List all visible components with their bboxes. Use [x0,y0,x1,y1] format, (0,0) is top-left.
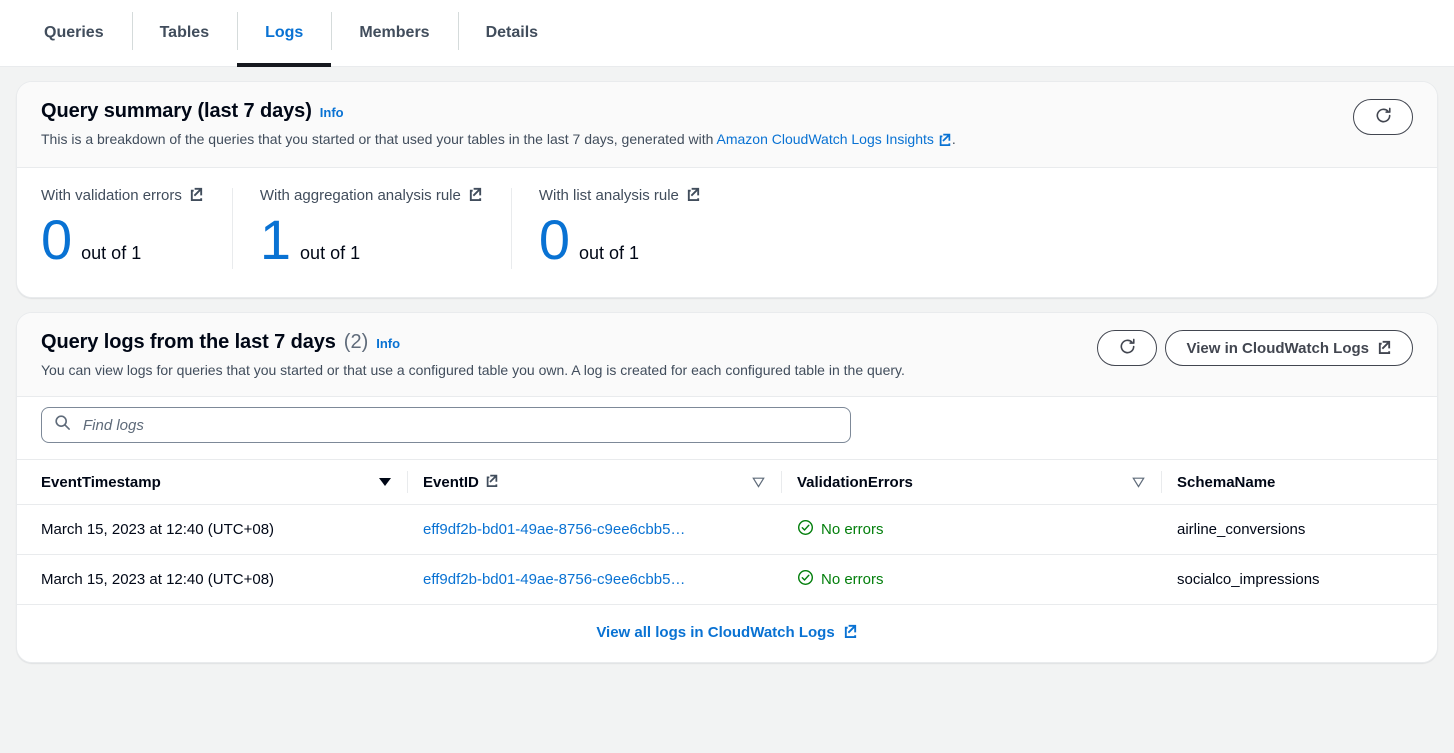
cell-validation: No errors [781,505,1161,555]
metric-validation-errors: With validation errors 0 out of 1 [41,186,232,271]
logs-header-actions: View in CloudWatch Logs [1097,330,1413,366]
metric-value: 0 [539,209,570,271]
logs-info-link[interactable]: Info [376,336,400,351]
query-summary-description: This is a breakdown of the queries that … [41,129,1413,151]
column-header-eventid[interactable]: EventID [407,460,781,505]
check-circle-icon [797,569,814,590]
logs-page: Queries Tables Logs Members Details Quer… [0,0,1454,753]
view-in-cloudwatch-logs-button[interactable]: View in CloudWatch Logs [1165,330,1413,366]
metric-subtext: out of 1 [300,243,360,264]
sort-descending-icon[interactable] [379,478,391,486]
sort-icon[interactable] [1132,477,1145,488]
external-link-icon [843,623,858,642]
column-header-schemaname[interactable]: SchemaName [1161,460,1438,505]
status-badge: No errors [797,519,884,540]
external-link-icon [938,131,952,151]
metric-label[interactable]: With validation errors [41,186,204,205]
column-header-eventtimestamp[interactable]: EventTimestamp [17,460,407,505]
search-icon [54,414,71,436]
tab-label: Members [359,24,429,42]
table-row: March 15, 2023 at 12:40 (UTC+08) eff9df2… [17,505,1438,555]
logs-count: (2) [344,331,368,354]
search-input[interactable] [81,416,838,435]
cell-schema: airline_conversions [1161,505,1438,555]
cell-timestamp: March 15, 2023 at 12:40 (UTC+08) [17,505,407,555]
table-footer: View all logs in CloudWatch Logs [17,605,1437,662]
column-label: EventID [423,474,479,491]
summary-metrics: With validation errors 0 out of 1 With a… [17,168,1437,297]
query-summary-header: Query summary (last 7 days) Info This is… [17,82,1437,168]
metric-label[interactable]: With aggregation analysis rule [260,186,483,205]
tab-label: Tables [160,24,210,42]
external-link-icon [485,473,499,491]
cloudwatch-insights-link[interactable]: Amazon CloudWatch Logs Insights [717,131,934,147]
query-summary-container: Query summary (last 7 days) Info This is… [16,81,1438,298]
table-header-row: EventTimestamp EventID [17,460,1438,505]
column-label: SchemaName [1177,474,1275,491]
refresh-logs-button[interactable] [1097,330,1157,366]
tab-label: Queries [44,24,104,42]
tab-label: Details [486,24,538,42]
metric-value: 0 [41,209,72,271]
summary-header-actions [1353,99,1413,135]
view-button-label: View in CloudWatch Logs [1186,340,1369,357]
external-link-icon [1377,339,1392,358]
metric-value: 1 [260,209,291,271]
description-suffix: . [952,131,956,147]
tab-tables[interactable]: Tables [132,0,238,66]
tab-details[interactable]: Details [458,0,566,66]
column-header-validationerrors[interactable]: ValidationErrors [781,460,1161,505]
status-text: No errors [821,521,884,538]
tab-logs[interactable]: Logs [237,0,331,66]
external-link-icon [468,186,483,205]
table-body: March 15, 2023 at 12:40 (UTC+08) eff9df2… [17,505,1438,605]
view-all-logs-link[interactable]: View all logs in CloudWatch Logs [596,623,857,642]
tab-members[interactable]: Members [331,0,457,66]
refresh-icon [1374,106,1393,129]
cell-validation: No errors [781,555,1161,605]
query-logs-header: Query logs from the last 7 days (2) Info… [17,313,1437,397]
eventid-link[interactable]: eff9df2b-bd01-49ae-8756-c9ee6cbb5… [423,571,685,588]
metric-label[interactable]: With list analysis rule [539,186,701,205]
metric-label-text: With validation errors [41,187,182,204]
summary-info-link[interactable]: Info [320,105,344,120]
check-circle-icon [797,519,814,540]
refresh-icon [1118,337,1137,360]
column-label: ValidationErrors [797,474,913,491]
external-link-icon [189,186,204,205]
footer-link-label: View all logs in CloudWatch Logs [596,624,834,641]
search-box[interactable] [41,407,851,443]
cell-eventid: eff9df2b-bd01-49ae-8756-c9ee6cbb5… [407,555,781,605]
cell-eventid: eff9df2b-bd01-49ae-8756-c9ee6cbb5… [407,505,781,555]
metric-subtext: out of 1 [579,243,639,264]
metric-label-text: With list analysis rule [539,187,679,204]
status-badge: No errors [797,569,884,590]
table-row: March 15, 2023 at 12:40 (UTC+08) eff9df2… [17,555,1438,605]
tab-label: Logs [265,24,303,42]
metric-label-text: With aggregation analysis rule [260,187,461,204]
metric-subtext: out of 1 [81,243,141,264]
refresh-summary-button[interactable] [1353,99,1413,135]
sort-icon[interactable] [752,477,765,488]
logs-table: EventTimestamp EventID [17,459,1438,605]
cell-timestamp: March 15, 2023 at 12:40 (UTC+08) [17,555,407,605]
eventid-link[interactable]: eff9df2b-bd01-49ae-8756-c9ee6cbb5… [423,521,685,538]
query-logs-container: Query logs from the last 7 days (2) Info… [16,312,1438,663]
tab-queries[interactable]: Queries [16,0,132,66]
external-link-icon [686,186,701,205]
logs-title: Query logs from the last 7 days [41,331,336,354]
tab-bar: Queries Tables Logs Members Details [0,0,1454,67]
cell-schema: socialco_impressions [1161,555,1438,605]
metric-list-analysis-rule: With list analysis rule 0 out of 1 [511,186,729,271]
status-text: No errors [821,571,884,588]
metric-aggregation-analysis-rule: With aggregation analysis rule 1 out of … [232,186,511,271]
description-text: This is a breakdown of the queries that … [41,131,717,147]
page-title: Query summary (last 7 days) [41,100,312,123]
logs-search-area [17,397,1437,459]
column-label: EventTimestamp [41,474,161,491]
